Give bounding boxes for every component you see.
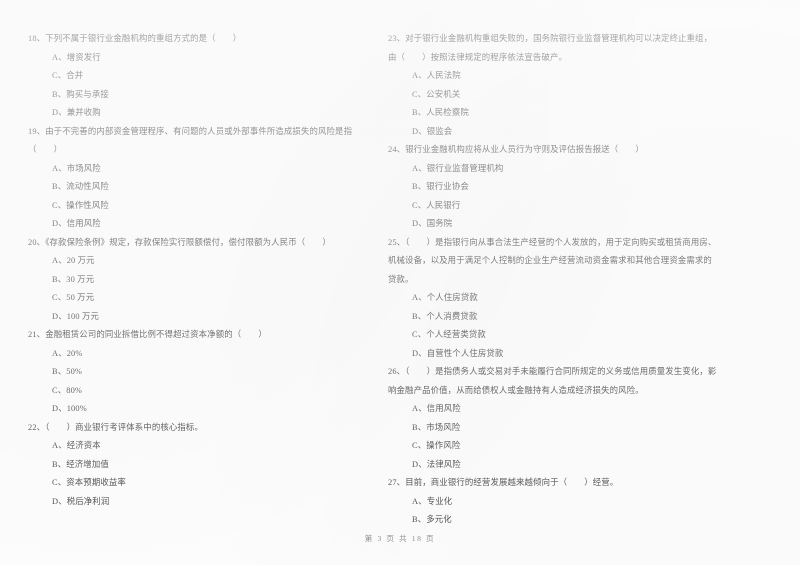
question-stem: 27、目前，商业银行的经营发展越来越倾向于（ ）经营。: [388, 478, 619, 487]
question-option[interactable]: D、自营性个人住房贷款: [380, 345, 720, 364]
question-stem: 21、金融租赁公司的同业拆借比例不得超过资本净额的（ ）: [28, 330, 267, 339]
question-block-23: 23、对于银行业金融机构重组失败的，国务院银行业监督管理机构可以决定终止重组，由…: [380, 30, 720, 141]
question-option[interactable]: B、经济增加值: [20, 456, 360, 475]
question-option[interactable]: D、税后净利润: [20, 493, 360, 512]
page-footer: 第 3 页 共 18 页: [364, 534, 436, 543]
question-stem: 19、由于不完善的内部资金管理程序、有问题的人员或外部事件所造成损失的风险是指（…: [28, 126, 353, 155]
question-block-21: 21、金融租赁公司的同业拆借比例不得超过资本净额的（ ） A、20% B、50% C、…: [20, 326, 360, 419]
question-option[interactable]: A、人民法院: [380, 67, 720, 86]
question-block-27: 27、目前，商业银行的经营发展越来越倾向于（ ）经营。 A、专业化 B、多元化: [380, 474, 720, 530]
question-option[interactable]: D、银监会: [380, 123, 720, 142]
question-stem: 20、《存款保险条例》规定，存款保险实行限额偿付，偿付限额为人民币（ ）: [28, 237, 331, 247]
question-block-24: 24、银行业金融机构应将从业人员行为守则及评估报告报送（ ） A、银行业监督管理机…: [380, 141, 720, 234]
two-column-layout: 18、下列不属于银行业金融机构的重组方式的是（ ） A、增资发行 C、合并 B、购买与…: [20, 30, 780, 524]
question-option[interactable]: D、100 万元: [20, 308, 360, 327]
question-option[interactable]: A、增资发行: [20, 49, 360, 68]
question-option[interactable]: C、合并: [20, 67, 360, 86]
question-option[interactable]: B、市场风险: [380, 419, 720, 438]
question-option[interactable]: D、信用风险: [20, 215, 360, 234]
question-option[interactable]: D、国务院: [380, 215, 720, 234]
question-option[interactable]: B、银行业协会: [380, 178, 720, 197]
question-block-25: 25、（ ）是指银行向从事合法生产经营的个人发放的，用于定向购买或租赁商用房、机…: [380, 234, 720, 364]
question-stem: 22、（ ）商业银行考评体系中的核心指标。: [28, 422, 203, 432]
question-column-right: 23、对于银行业金融机构重组失败的，国务院银行业监督管理机构可以决定终止重组，由…: [380, 30, 720, 524]
question-option[interactable]: A、20 万元: [20, 252, 360, 271]
question-option[interactable]: A、市场风险: [20, 160, 360, 179]
question-block-22: 22、（ ）商业银行考评体系中的核心指标。 A、经济资本 B、经济增加值 C、资本预期…: [20, 419, 360, 512]
question-option[interactable]: A、20%: [20, 345, 360, 364]
question-option[interactable]: D、法律风险: [380, 456, 720, 475]
question-option[interactable]: B、流动性风险: [20, 178, 360, 197]
question-stem: 23、对于银行业金融机构重组失败的，国务院银行业监督管理机构可以决定终止重组，由…: [388, 34, 713, 62]
question-block-26: 26、（ ）是指债务人或交易对手未能履行合同所规定的义务或信用质量发生变化，影响…: [380, 363, 720, 474]
question-option[interactable]: B、人民检察院: [380, 104, 720, 123]
question-block-18: 18、下列不属于银行业金融机构的重组方式的是（ ） A、增资发行 C、合并 B、购买与…: [20, 30, 360, 123]
exam-page: 18、下列不属于银行业金融机构的重组方式的是（ ） A、增资发行 C、合并 B、购买与…: [0, 0, 800, 565]
question-option[interactable]: C、操作风险: [380, 437, 720, 456]
question-option[interactable]: B、50%: [20, 363, 360, 382]
question-stem: 18、下列不属于银行业金融机构的重组方式的是（ ）: [28, 34, 242, 43]
question-option[interactable]: C、个人经营类贷款: [380, 326, 720, 345]
question-block-19: 19、由于不完善的内部资金管理程序、有问题的人员或外部事件所造成损失的风险是指（…: [20, 123, 360, 234]
question-option[interactable]: A、专业化: [380, 493, 720, 512]
question-option[interactable]: C、操作性风险: [20, 197, 360, 216]
question-block-20: 20、《存款保险条例》规定，存款保险实行限额偿付，偿付限额为人民币（ ） A、20…: [20, 234, 360, 327]
question-option[interactable]: A、个人住房贷款: [380, 289, 720, 308]
question-option[interactable]: B、个人消费贷款: [380, 308, 720, 327]
question-option[interactable]: C、人民银行: [380, 197, 720, 216]
question-option[interactable]: C、资本预期收益率: [20, 474, 360, 493]
question-option[interactable]: B、购买与承接: [20, 86, 360, 105]
question-option[interactable]: A、经济资本: [20, 437, 360, 456]
question-stem: 25、（ ）是指银行向从事合法生产经营的个人发放的，用于定向购买或租赁商用房、机…: [388, 237, 717, 284]
question-column-left: 18、下列不属于银行业金融机构的重组方式的是（ ） A、增资发行 C、合并 B、购买与…: [20, 30, 360, 510]
question-option[interactable]: B、30 万元: [20, 271, 360, 290]
question-option[interactable]: D、兼并收购: [20, 104, 360, 123]
question-option[interactable]: C、80%: [20, 382, 360, 401]
question-option[interactable]: A、银行业监督管理机构: [380, 160, 720, 179]
question-option[interactable]: C、公安机关: [380, 86, 720, 105]
question-option[interactable]: A、信用风险: [380, 400, 720, 419]
question-option[interactable]: C、50 万元: [20, 289, 360, 308]
question-stem: 24、银行业金融机构应将从业人员行为守则及评估报告报送（ ）: [388, 145, 644, 154]
question-option[interactable]: D、100%: [20, 400, 360, 419]
question-stem: 26、（ ）是指债务人或交易对手未能履行合同所规定的义务或信用质量发生变化，影响…: [388, 367, 717, 395]
question-option[interactable]: B、多元化: [380, 511, 720, 530]
